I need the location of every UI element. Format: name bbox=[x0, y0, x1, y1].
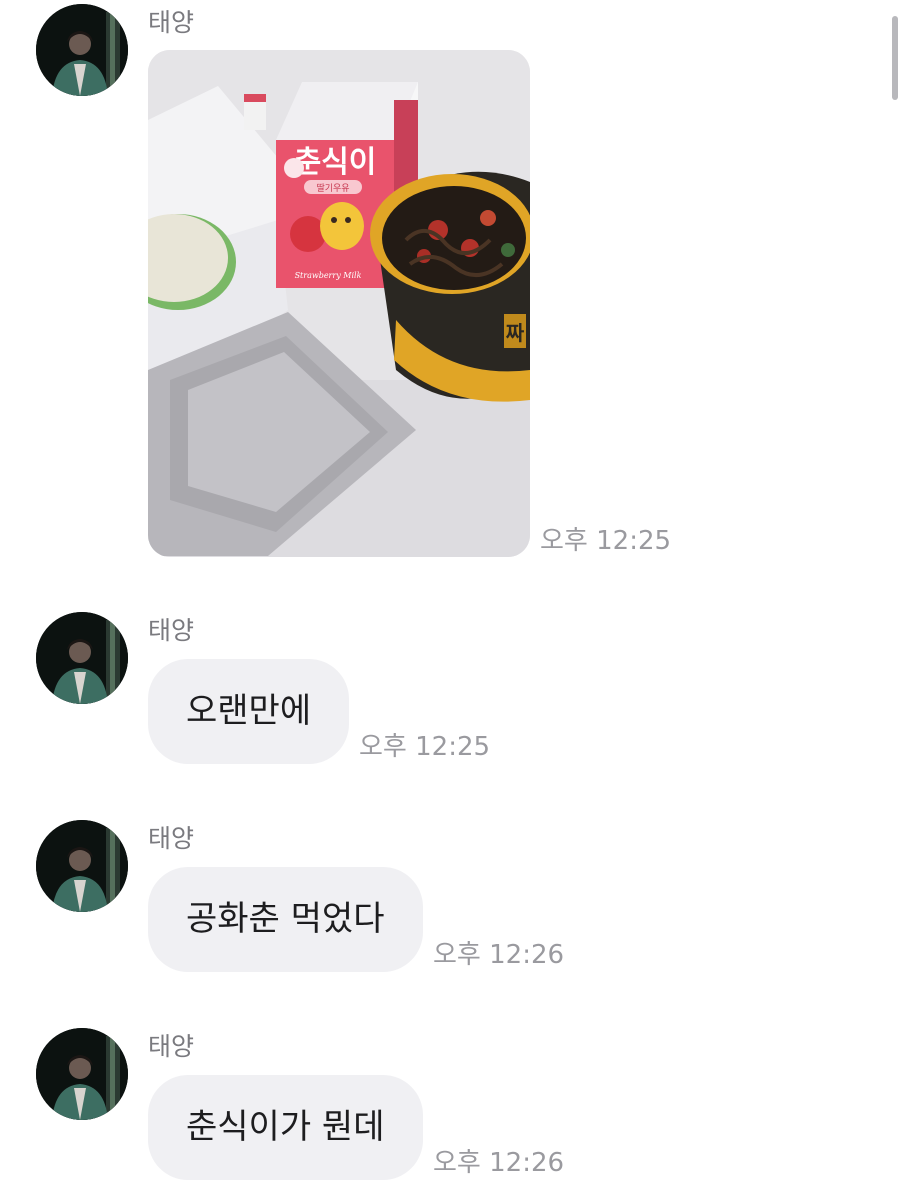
timestamp: 오후 12:26 bbox=[433, 940, 565, 970]
message-text: 태양 오랜만에 오후 12:25 bbox=[0, 612, 906, 772]
message-bubble[interactable]: 오랜만에 bbox=[148, 659, 350, 764]
profile-photo-icon bbox=[36, 4, 128, 96]
avatar[interactable] bbox=[36, 1028, 128, 1120]
profile-photo-icon bbox=[36, 820, 128, 912]
avatar[interactable] bbox=[36, 612, 128, 704]
carton-flavor: 딸기우유 bbox=[316, 182, 349, 194]
profile-photo-icon bbox=[36, 1028, 128, 1120]
message-text: 태양 공화춘 먹었다 오후 12:26 bbox=[0, 820, 906, 980]
timestamp: 오후 12:25 bbox=[359, 732, 491, 762]
sender-name: 태양 bbox=[148, 8, 195, 37]
food-photo-icon: 춘식이 딸기우유 Strawberry Milk 짜 bbox=[148, 50, 530, 557]
timestamp: 오후 12:25 bbox=[540, 526, 672, 556]
sender-name: 태양 bbox=[148, 1032, 195, 1061]
message-text: 태양 춘식이가 뭔데 오후 12:26 bbox=[0, 1028, 906, 1200]
message-bubble[interactable]: 춘식이가 뭔데 bbox=[148, 1075, 423, 1180]
message-image: 태양 춘식이 딸기우유 Strawberry Milk 짜 오후 12:25 bbox=[0, 0, 906, 570]
profile-photo-icon bbox=[36, 612, 128, 704]
shared-photo[interactable]: 춘식이 딸기우유 Strawberry Milk 짜 bbox=[148, 50, 530, 557]
chat-window: 태양 춘식이 딸기우유 Strawberry Milk 짜 오후 12:25 태… bbox=[0, 0, 906, 1200]
sender-name: 태양 bbox=[148, 824, 195, 853]
carton-english: Strawberry Milk bbox=[295, 271, 362, 280]
bowl-tag: 짜 bbox=[506, 321, 525, 345]
avatar[interactable] bbox=[36, 4, 128, 96]
sender-name: 태양 bbox=[148, 616, 195, 645]
avatar[interactable] bbox=[36, 820, 128, 912]
timestamp: 오후 12:26 bbox=[433, 1148, 565, 1178]
message-bubble[interactable]: 공화춘 먹었다 bbox=[148, 867, 423, 972]
carton-brand: 춘식이 bbox=[294, 145, 377, 180]
